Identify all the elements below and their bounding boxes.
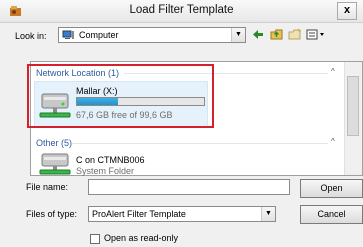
load-filter-template-dialog: Load Filter Template x Look in: Computer… <box>0 0 363 247</box>
views-menu-icon[interactable] <box>306 28 326 41</box>
back-arrow-icon[interactable] <box>251 28 265 41</box>
read-only-label[interactable]: Open as read-only <box>104 233 178 243</box>
folder-item-type: System Folder <box>76 166 135 176</box>
collapse-chevron-icon[interactable]: ^ <box>331 137 335 146</box>
file-name-input[interactable] <box>88 179 290 195</box>
vertical-scrollbar[interactable] <box>344 62 362 175</box>
chevron-down-icon[interactable]: ▼ <box>261 207 275 221</box>
look-in-select[interactable]: Computer ▼ <box>58 27 246 43</box>
window-title: Load Filter Template <box>129 4 234 16</box>
computer-icon <box>62 30 74 39</box>
new-folder-icon[interactable] <box>288 28 302 41</box>
collapse-chevron-icon[interactable]: ^ <box>331 67 335 76</box>
read-only-checkbox[interactable] <box>90 234 100 244</box>
files-of-type-value: ProAlert Filter Template <box>92 209 186 219</box>
up-folder-icon[interactable] <box>270 28 284 41</box>
group-divider <box>72 143 328 144</box>
group-header-other[interactable]: Other (5) <box>36 138 72 148</box>
files-of-type-select[interactable]: ProAlert Filter Template ▼ <box>88 206 276 222</box>
title-bar: Load Filter Template x <box>0 0 363 23</box>
network-drive-icon <box>39 153 71 175</box>
scrollbar-thumb[interactable] <box>347 76 359 136</box>
files-of-type-label: Files of type: <box>26 209 78 219</box>
open-button[interactable]: Open <box>300 179 363 198</box>
folder-item-name[interactable]: C on CTMNB006 <box>76 155 145 165</box>
look-in-label: Look in: <box>15 31 47 41</box>
chevron-down-icon[interactable]: ▼ <box>231 28 245 42</box>
cancel-button[interactable]: Cancel <box>300 205 363 224</box>
file-name-label: File name: <box>26 182 69 192</box>
highlight-annotation-box <box>27 64 214 128</box>
look-in-value: Computer <box>79 30 119 40</box>
close-button[interactable]: x <box>337 2 357 20</box>
